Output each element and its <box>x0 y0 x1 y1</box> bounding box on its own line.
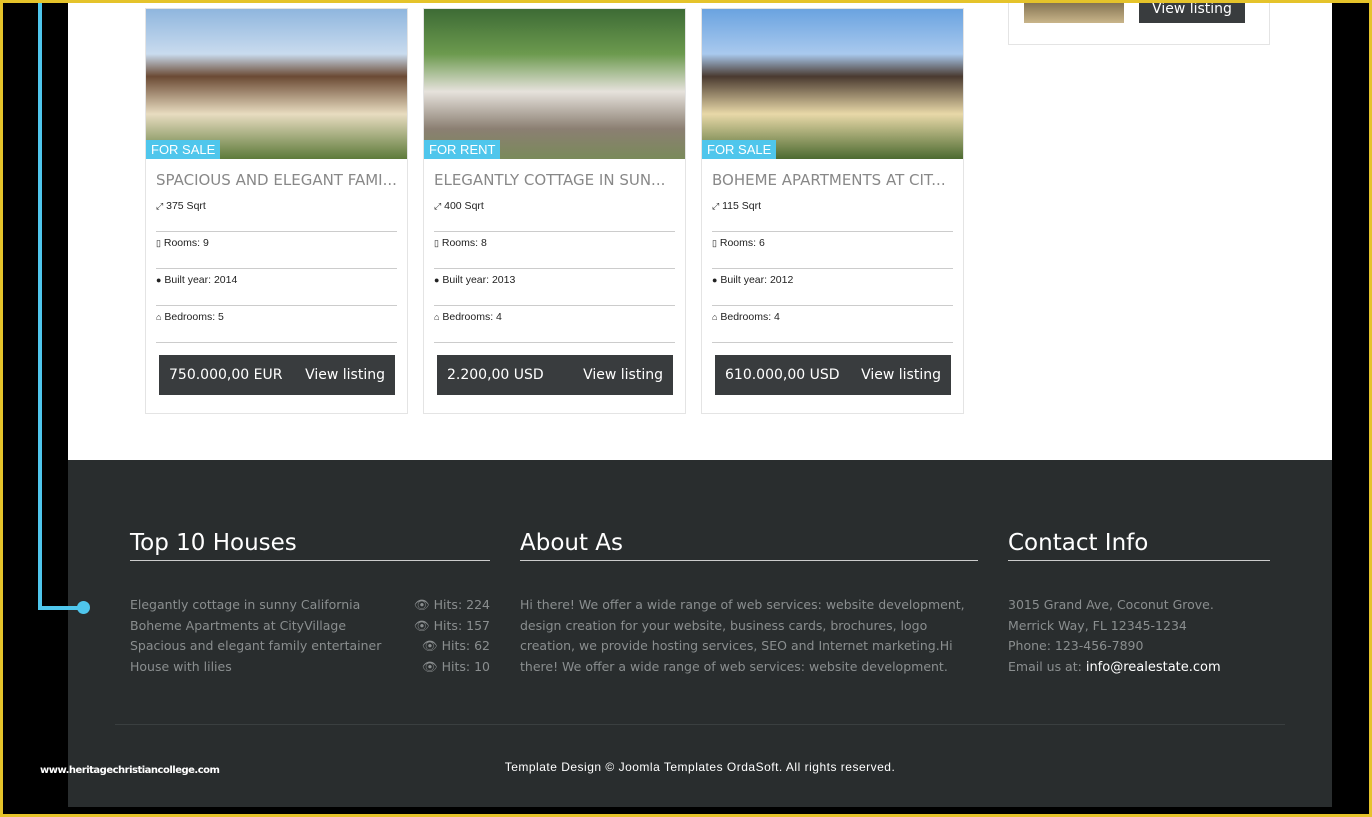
listing-thumbnail[interactable] <box>1024 0 1124 23</box>
house-name[interactable]: House with lilies <box>130 657 232 678</box>
price-button[interactable]: 610.000,00 USD View listing <box>715 355 951 395</box>
feature-rooms: ▯ Rooms: 6 <box>712 232 953 269</box>
feature-value: Built year: 2012 <box>720 274 794 286</box>
hits-count: Hits: 157 <box>433 617 490 633</box>
listing-image[interactable]: FOR SALE <box>146 9 407 159</box>
listing-card: FOR SALE BOHEME APARTMENTS AT CIT... ⤢ 1… <box>701 8 964 414</box>
feature-rooms: ▯ Rooms: 8 <box>434 232 675 269</box>
hits-count: Hits: 10 <box>441 659 490 675</box>
status-badge: FOR SALE <box>146 140 221 159</box>
feature-value: 115 Sqrt <box>722 200 762 212</box>
feature-value: Built year: 2014 <box>164 274 238 286</box>
watermark: www.heritagechristiancollege.com <box>40 765 220 776</box>
building-icon: ▯ <box>434 238 439 248</box>
eye-icon: 👁 <box>413 597 430 612</box>
listing-title[interactable]: SPACIOUS AND ELEGANT FAMI... <box>156 171 397 189</box>
section-title: Top 10 Houses <box>130 530 490 561</box>
address-line: Merrick Way, FL 12345-1234 <box>1008 617 1187 633</box>
drop-icon: ● <box>712 275 718 285</box>
inbox-icon: ⌂ <box>434 312 440 322</box>
building-icon: ▯ <box>156 238 161 248</box>
feature-value: 400 Sqrt <box>444 200 484 212</box>
resize-icon: ⤢ <box>712 201 720 211</box>
top-house-item[interactable]: House with lilies 👁 Hits: 10 <box>130 657 490 678</box>
feature-built: ● Built year: 2012 <box>712 269 953 306</box>
feature-area: ⤢ 400 Sqrt <box>434 195 675 232</box>
top-house-item[interactable]: Elegantly cottage in sunny California 👁 H… <box>130 595 490 616</box>
decor-line <box>38 0 42 610</box>
listing-card: FOR RENT ELEGANTLY COTTAGE IN SUN... ⤢ 4… <box>423 8 686 414</box>
hits-count: Hits: 62 <box>441 638 490 654</box>
top-houses: Top 10 Houses Elegantly cottage in sunny… <box>130 530 490 678</box>
feature-value: 375 Sqrt <box>166 200 206 212</box>
house-name[interactable]: Boheme Apartments at CityVillage <box>130 616 346 637</box>
feature-value: Bedrooms: 4 <box>442 311 502 323</box>
email-label: Email us at: <box>1008 659 1082 675</box>
view-listing-button[interactable]: View listing <box>1139 0 1245 23</box>
resize-icon: ⤢ <box>434 201 442 211</box>
listing-image[interactable]: FOR RENT <box>424 9 685 159</box>
section-title: Contact Info <box>1008 530 1270 561</box>
about-section: About As Hi there! We offer a wide range… <box>520 530 978 678</box>
feature-area: ⤢ 375 Sqrt <box>156 195 397 232</box>
feature-value: Rooms: 6 <box>719 237 765 249</box>
top-house-item[interactable]: Spacious and elegant family entertainer 👁… <box>130 636 490 657</box>
feature-value: Rooms: 8 <box>441 237 487 249</box>
price: 610.000,00 USD <box>725 367 840 383</box>
price: 2.200,00 USD <box>447 367 544 383</box>
eye-icon: 👁 <box>413 617 430 633</box>
listing-title[interactable]: BOHEME APARTMENTS AT CIT... <box>712 171 953 189</box>
address-line: 3015 Grand Ave, Coconut Grove. <box>1008 597 1214 612</box>
feature-bedrooms: ⌂ Bedrooms: 4 <box>434 306 675 343</box>
hits-count: Hits: 224 <box>433 597 490 612</box>
contact-section: Contact Info 3015 Grand Ave, Coconut Gro… <box>1008 530 1270 679</box>
house-name[interactable]: Spacious and elegant family entertainer <box>130 636 381 657</box>
feature-value: Bedrooms: 4 <box>720 311 780 323</box>
feature-value: Built year: 2013 <box>442 274 516 286</box>
view-listing-label[interactable]: View listing <box>305 367 385 383</box>
drop-icon: ● <box>156 275 162 285</box>
eye-icon: 👁 <box>421 638 438 654</box>
eye-icon: 👁 <box>421 659 438 675</box>
view-listing-label[interactable]: View listing <box>861 367 941 383</box>
view-listing-label[interactable]: View listing <box>583 367 663 383</box>
section-title: About As <box>520 530 978 561</box>
status-badge: FOR SALE <box>702 140 777 159</box>
listing-image[interactable]: FOR SALE <box>702 9 963 159</box>
feature-bedrooms: ⌂ Bedrooms: 5 <box>156 306 397 343</box>
resize-icon: ⤢ <box>156 201 164 211</box>
price-button[interactable]: 2.200,00 USD View listing <box>437 355 673 395</box>
top-house-item[interactable]: Boheme Apartments at CityVillage 👁 Hits: … <box>130 616 490 637</box>
sidebar-listing: View listing <box>1008 0 1270 45</box>
feature-rooms: ▯ Rooms: 9 <box>156 232 397 269</box>
phone: Phone: 123-456-7890 <box>1008 638 1144 654</box>
about-text: Hi there! We offer a wide range of web s… <box>520 597 965 675</box>
inbox-icon: ⌂ <box>712 312 718 322</box>
drop-icon: ● <box>434 275 440 285</box>
email-link[interactable]: info@realestate.com <box>1086 660 1221 675</box>
divider <box>115 724 1285 725</box>
price: 750.000,00 EUR <box>169 367 283 383</box>
feature-built: ● Built year: 2013 <box>434 269 675 306</box>
status-badge: FOR RENT <box>424 140 501 159</box>
listing-title[interactable]: ELEGANTLY COTTAGE IN SUN... <box>434 171 675 189</box>
price-button[interactable]: 750.000,00 EUR View listing <box>159 355 395 395</box>
decor-dot <box>77 601 90 614</box>
feature-value: Bedrooms: 5 <box>164 311 224 323</box>
listing-card: FOR SALE SPACIOUS AND ELEGANT FAMI... ⤢ … <box>145 8 408 414</box>
feature-bedrooms: ⌂ Bedrooms: 4 <box>712 306 953 343</box>
feature-built: ● Built year: 2014 <box>156 269 397 306</box>
house-name[interactable]: Elegantly cottage in sunny California <box>130 595 360 616</box>
feature-value: Rooms: 9 <box>163 237 209 249</box>
feature-area: ⤢ 115 Sqrt <box>712 195 953 232</box>
building-icon: ▯ <box>712 238 717 248</box>
inbox-icon: ⌂ <box>156 312 162 322</box>
